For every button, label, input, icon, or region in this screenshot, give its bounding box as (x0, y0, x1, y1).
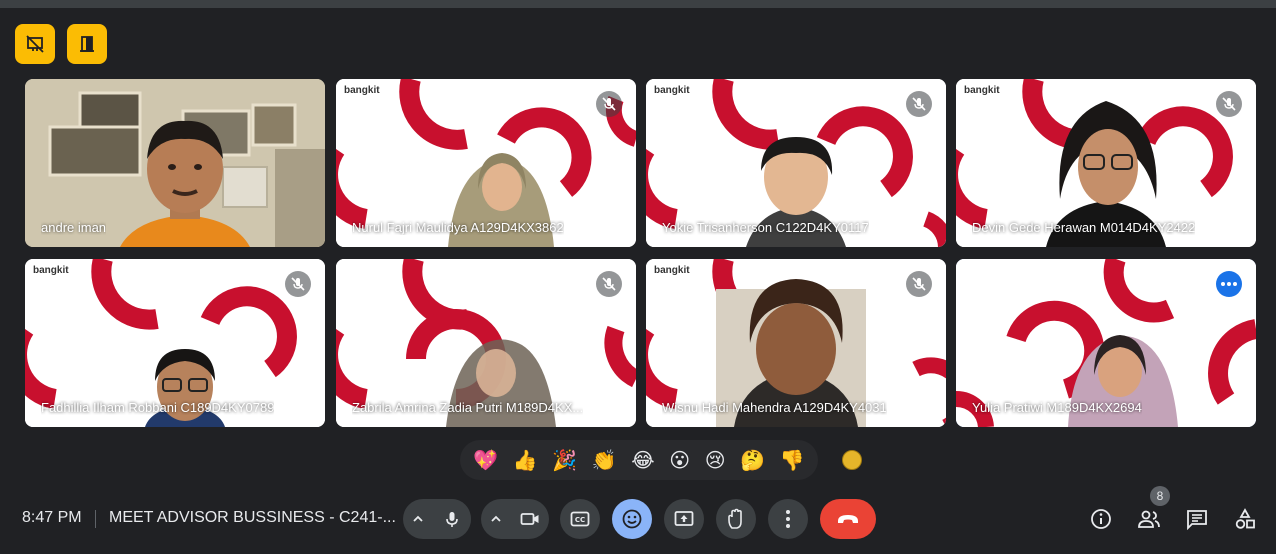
meeting-clock: 8:47 PM (22, 509, 82, 526)
microphone-control-group (403, 499, 471, 539)
participant-tile-devin[interactable]: bangkit Devin Gede Herawan M014D4KY2422 (956, 79, 1256, 247)
presentation-off-button[interactable] (15, 24, 55, 64)
reaction-clap[interactable]: 👏 (592, 448, 617, 472)
camera-button[interactable] (511, 499, 549, 539)
microphone-icon (446, 512, 458, 527)
muted-indicator (596, 271, 622, 297)
door-button[interactable] (67, 24, 107, 64)
participant-tile-zabrila[interactable]: Zabrila Amrina Zadia Putri M189D4KX... (336, 259, 636, 427)
more-vertical-icon (786, 510, 790, 528)
svg-text:CC: CC (575, 516, 585, 524)
reaction-thumbs-down[interactable]: 👎 (780, 448, 805, 472)
muted-indicator (906, 91, 932, 117)
people-button[interactable] (1134, 504, 1164, 534)
presentation-off-icon (26, 35, 44, 53)
muted-indicator (1216, 91, 1242, 117)
muted-indicator (906, 271, 932, 297)
participant-name: Yulia Pratiwi M189D4KX2694 (972, 400, 1142, 415)
chat-button[interactable] (1182, 504, 1212, 534)
divider (95, 510, 96, 528)
mic-off-icon (912, 97, 926, 111)
participant-tile-wisnu[interactable]: bangkit Wisnu Hadi Mahendra A129D4KY4031 (646, 259, 946, 427)
reaction-laugh[interactable]: 😂 (631, 448, 654, 472)
top-bar (0, 0, 1276, 8)
participant-name: andre iman (41, 220, 107, 235)
muted-indicator (596, 91, 622, 117)
bangkit-logo: bangkit (654, 265, 690, 276)
mic-off-icon (291, 277, 305, 291)
microphone-button[interactable] (433, 499, 471, 539)
reaction-party[interactable]: 🎉 (552, 448, 577, 472)
participant-tile-andre-iman[interactable]: andre iman (25, 79, 325, 247)
smiley-icon (622, 509, 642, 529)
chevron-up-icon (491, 515, 501, 522)
video-options-button[interactable] (481, 499, 511, 539)
present-screen-icon (674, 511, 694, 526)
participant-name: Nurul Fajri Maulidya A129D4KX3862 (352, 220, 564, 235)
reaction-surprised[interactable]: 😮 (669, 448, 690, 472)
more-options-button[interactable] (768, 499, 808, 539)
mic-off-icon (602, 277, 616, 291)
meeting-details-button[interactable] (1086, 504, 1116, 534)
captions-button[interactable]: CC (560, 499, 600, 539)
bangkit-logo: bangkit (33, 265, 69, 276)
reaction-heart[interactable]: 💖 (473, 448, 498, 472)
phone-hangup-icon (838, 515, 858, 523)
reaction-sad[interactable]: 😢 (705, 448, 726, 472)
reaction-bar: 💖 👍 🎉 👏 😂 😮 😢 🤔 👎 (460, 440, 818, 480)
present-button[interactable] (664, 499, 704, 539)
participant-name: Zabrila Amrina Zadia Putri M189D4KX... (352, 400, 584, 415)
closed-captions-icon: CC (570, 511, 590, 527)
participant-name: Fadhillia Ilham Robbani C189D4KY0789 (41, 400, 275, 415)
bangkit-logo: bangkit (654, 85, 690, 96)
participant-tile-yokie[interactable]: bangkit Yokie Trisanherson C122D4KY0117 (646, 79, 946, 247)
hand-icon (728, 508, 742, 529)
participant-name: Wisnu Hadi Mahendra A129D4KY4031 (662, 400, 887, 415)
audio-options-button[interactable] (403, 499, 433, 539)
participant-name: Yokie Trisanherson C122D4KY0117 (662, 220, 869, 235)
participant-count-badge: 8 (1150, 486, 1170, 506)
bangkit-logo: bangkit (964, 85, 1000, 96)
video-camera-icon (520, 513, 539, 525)
door-icon (80, 36, 94, 52)
activities-button[interactable] (1230, 504, 1260, 534)
reactions-button[interactable] (612, 499, 652, 539)
participant-tile-nurul[interactable]: bangkit Nurul Fajri Maulidya A129D4KX386… (336, 79, 636, 247)
participant-tile-yulia[interactable]: Yulia Pratiwi M189D4KX2694 (956, 259, 1256, 427)
mic-off-icon (1222, 97, 1236, 111)
meeting-title: MEET ADVISOR BUSSINESS - C241-... (109, 509, 396, 526)
mic-off-icon (912, 277, 926, 291)
reaction-thinking[interactable]: 🤔 (740, 448, 765, 472)
muted-indicator (285, 271, 311, 297)
raise-hand-button[interactable] (716, 499, 756, 539)
reaction-thumbs-up[interactable]: 👍 (513, 448, 538, 472)
info-icon (1091, 509, 1111, 529)
skin-tone-selector[interactable] (842, 450, 862, 470)
participant-name: Devin Gede Herawan M014D4KY2422 (972, 220, 1196, 235)
leave-call-button[interactable] (820, 499, 876, 539)
participant-grid: andre iman bangkit Nurul Fajri Maulidya … (25, 79, 1256, 429)
bangkit-logo: bangkit (344, 85, 380, 96)
activities-icon (1235, 508, 1255, 529)
chevron-up-icon (413, 515, 423, 522)
mic-off-icon (602, 97, 616, 111)
participant-tile-fadhillia[interactable]: bangkit Fadhillia Ilham Robbani C189D4KY… (25, 259, 325, 427)
chat-icon (1187, 510, 1207, 530)
people-icon (1138, 510, 1160, 528)
camera-control-group (481, 499, 549, 539)
speaking-indicator (1216, 271, 1242, 297)
